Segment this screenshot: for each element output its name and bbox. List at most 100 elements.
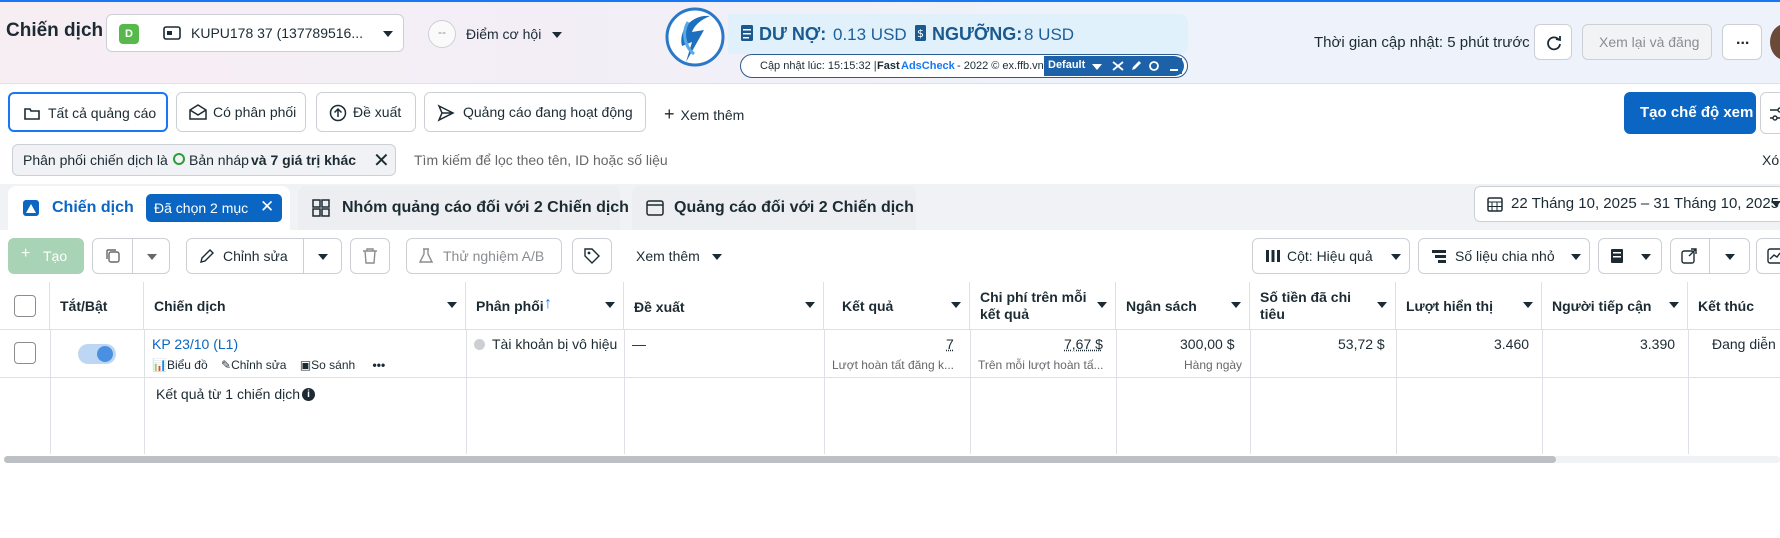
sort-ascending-icon[interactable]: ↑	[544, 295, 552, 313]
account-selector[interactable]: D KUPU178 37 (137789516...	[106, 14, 404, 52]
extension-brand-fast: Fast	[877, 60, 900, 72]
campaign-name-link[interactable]: KP 23/10 (L1)	[152, 336, 238, 352]
profile-select[interactable]: Default	[1048, 59, 1085, 71]
column-header-cost-per-result[interactable]: Chi phí trên mỗi kết quả	[970, 282, 1116, 330]
opportunity-score[interactable]: -- Điểm cơ hội	[428, 20, 578, 50]
column-header-recommendations[interactable]: Đề xuất	[624, 282, 824, 330]
column-header-reach-label: Người tiếp cận	[1552, 298, 1652, 314]
row-actions: 📊Biểu đồ ✎Chỉnh sửa ▣So sánh •••	[152, 358, 385, 372]
column-header-amount-spent[interactable]: Số tiền đã chi tiêu	[1250, 282, 1396, 330]
grid-icon	[312, 199, 330, 217]
more-options-button[interactable]: ...	[1722, 24, 1762, 60]
column-header-impressions[interactable]: Lượt hiển thị	[1396, 282, 1542, 330]
shuffle-icon[interactable]	[1110, 58, 1126, 74]
send-icon	[437, 104, 455, 122]
delete-button[interactable]	[350, 238, 390, 274]
tag-button[interactable]	[572, 238, 612, 274]
tab-active-ads[interactable]: Quảng cáo đang hoạt động	[424, 92, 646, 132]
toolbar-see-more-button[interactable]: Xem thêm	[636, 248, 700, 264]
date-range-label: 22 Tháng 10, 2025 – 31 Tháng 10, 2025	[1511, 195, 1780, 212]
scrollbar-thumb[interactable]	[4, 456, 1556, 463]
chevron-down-icon	[1641, 254, 1651, 260]
tab-recommendations[interactable]: Đề xuất	[316, 92, 416, 132]
ab-test-label: Thử nghiệm A/B	[443, 248, 545, 264]
columns-label: Cột: Hiệu quả	[1287, 248, 1373, 264]
edit-button[interactable]: Chỉnh sửa	[186, 238, 342, 274]
toolbar-see-more-label: Xem thêm	[636, 248, 700, 264]
reports-button[interactable]	[1598, 238, 1662, 274]
document-icon	[741, 25, 753, 41]
ad-icon	[646, 200, 664, 216]
create-view-label: Tạo chế độ xem	[1640, 104, 1754, 121]
close-icon[interactable]: ✕	[260, 197, 274, 217]
info-icon[interactable]: i	[302, 388, 315, 401]
column-header-delivery[interactable]: Phân phối ↑	[466, 282, 624, 330]
select-all-checkbox[interactable]	[14, 295, 36, 317]
create-view-button[interactable]: Tạo chế độ xem	[1624, 92, 1756, 134]
reach-value: 3.390	[1640, 336, 1676, 352]
view-charts-link[interactable]: Biểu đồ	[167, 358, 208, 372]
threshold-value: 8 USD	[1024, 25, 1075, 44]
end-value: Đang diễn	[1712, 336, 1776, 352]
amount-spent-value: 53,72 $	[1338, 336, 1385, 352]
column-header-budget[interactable]: Ngân sách	[1116, 282, 1250, 330]
tab-recommendations-label: Đề xuất	[353, 104, 402, 120]
opportunity-score-label: Điểm cơ hội	[466, 26, 542, 42]
column-header-toggle[interactable]: Tắt/Bật	[50, 282, 144, 330]
date-range-picker[interactable]: 22 Tháng 10, 2025 – 31 Tháng 10, 2025	[1474, 186, 1780, 222]
refresh-button[interactable]	[1534, 24, 1572, 60]
see-more-filters-button[interactable]: + Xem thêm	[664, 104, 744, 125]
refresh-icon[interactable]	[1146, 58, 1162, 74]
chevron-down-icon	[552, 32, 562, 38]
tab-ads[interactable]: Quảng cáo đối với 2 Chiến dịch	[632, 186, 916, 230]
chevron-down-icon	[1725, 254, 1735, 260]
duplicate-button[interactable]	[92, 238, 170, 274]
search-input[interactable]: Tìm kiếm để lọc theo tên, ID hoặc số liệ…	[414, 152, 668, 168]
column-header-results[interactable]: Kết quả	[824, 282, 970, 330]
draft-status-icon	[173, 153, 185, 165]
chart-button[interactable]	[1756, 238, 1780, 274]
column-header-reach[interactable]: Người tiếp cận	[1542, 282, 1688, 330]
create-label: Tạo	[43, 248, 68, 264]
column-header-results-label: Kết quả	[842, 298, 894, 314]
column-header-recommendations-label: Đề xuất	[634, 299, 685, 315]
campaign-toggle[interactable]	[78, 344, 116, 364]
chevron-down-icon	[1523, 302, 1533, 308]
compare-link[interactable]: So sánh	[311, 358, 355, 372]
breakdown-button[interactable]: Số liệu chia nhỏ	[1418, 238, 1590, 274]
review-and-publish-button[interactable]: Xem lại và đăng	[1582, 24, 1712, 60]
toggle-knob	[97, 346, 113, 362]
ab-test-button[interactable]: Thử nghiệm A/B	[406, 238, 562, 274]
tab-adsets[interactable]: Nhóm quảng cáo đối với 2 Chiến dịch	[298, 186, 629, 230]
pencil-icon: ✎	[221, 358, 232, 372]
edit-campaign-link[interactable]: Chỉnh sửa	[231, 358, 286, 372]
selected-count-pill[interactable]: Đã chọn 2 mục ✕	[146, 194, 282, 222]
chevron-down-icon	[447, 302, 457, 308]
minimize-icon[interactable]	[1166, 58, 1182, 74]
chevron-down-icon	[147, 254, 157, 260]
row-checkbox[interactable]	[14, 342, 36, 364]
column-header-campaign[interactable]: Chiến dịch	[144, 282, 466, 330]
chevron-down-icon	[1669, 302, 1679, 308]
debt-label: DƯ NỢ:	[759, 24, 827, 44]
column-header-end[interactable]: Kết thúc	[1688, 282, 1780, 330]
tab-with-delivery[interactable]: Có phân phối	[176, 92, 306, 132]
close-icon[interactable]: ✕	[373, 148, 390, 173]
filter-chip[interactable]: Phân phối chiến dịch là Bản nháp và 7 gi…	[12, 144, 396, 176]
edit-icon[interactable]	[1128, 58, 1144, 74]
cost-per-result-value[interactable]: 7,67 $	[1064, 336, 1103, 352]
tab-active-ads-label: Quảng cáo đang hoạt động	[463, 104, 633, 120]
opportunity-score-dot: --	[428, 20, 456, 48]
create-button[interactable]: + Tạo	[8, 238, 84, 274]
export-button[interactable]	[1670, 238, 1750, 274]
columns-button[interactable]: Cột: Hiệu quả	[1252, 238, 1410, 274]
chevron-down-icon	[805, 302, 815, 308]
results-value[interactable]: 7	[946, 336, 954, 352]
view-settings-button[interactable]	[1760, 92, 1780, 134]
clear-filters-button[interactable]: Xó	[1762, 152, 1779, 168]
tab-all-ads[interactable]: Tất cả quảng cáo	[8, 92, 168, 132]
budget-value[interactable]: 300,00 $	[1180, 336, 1235, 352]
filter-chip-more: và 7 giá trị khác	[251, 152, 357, 168]
row-more-button[interactable]: •••	[373, 358, 386, 372]
campaign-icon	[23, 200, 39, 216]
